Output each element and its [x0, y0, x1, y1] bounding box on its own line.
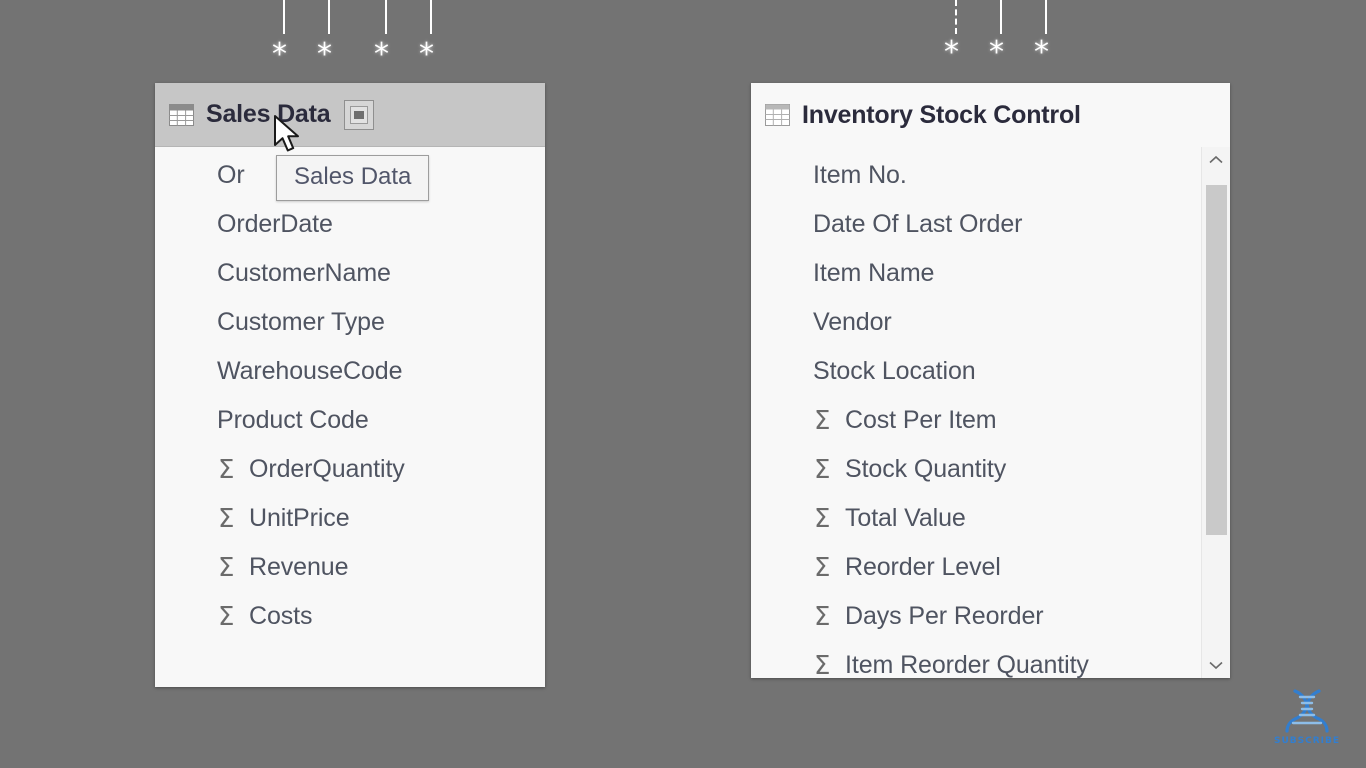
cardinality-many-marker: *: [374, 37, 389, 72]
sigma-icon: Σ: [814, 552, 831, 583]
field-row[interactable]: Item No.: [751, 151, 1230, 200]
cardinality-many-marker: *: [944, 35, 959, 70]
field-row[interactable]: Item Name: [751, 249, 1230, 298]
cardinality-many-marker: *: [272, 37, 287, 72]
sigma-icon: Σ: [814, 503, 831, 534]
sigma-icon: Σ: [218, 503, 235, 534]
field-label: Stock Quantity: [845, 455, 1007, 483]
field-label: Reorder Level: [845, 553, 1001, 581]
field-row[interactable]: Σ UnitPrice: [155, 494, 545, 543]
relationship-line[interactable]: [1045, 0, 1047, 34]
relationship-line[interactable]: [1000, 0, 1002, 34]
sigma-icon: Σ: [814, 454, 831, 485]
field-row[interactable]: Σ Item Reorder Quantity: [751, 641, 1230, 678]
field-row[interactable]: Σ Total Value: [751, 494, 1230, 543]
field-label: Product Code: [217, 406, 369, 434]
field-row[interactable]: OrderDate: [155, 200, 545, 249]
field-label: OrderDate: [217, 210, 333, 238]
field-row[interactable]: Customer Type: [155, 298, 545, 347]
field-label: CustomerName: [217, 259, 391, 287]
table-header-inventory-stock-control[interactable]: Inventory Stock Control: [751, 83, 1230, 147]
relationship-line-inactive[interactable]: [955, 0, 957, 34]
subscribe-watermark: SUBSCRIBE: [1264, 687, 1350, 746]
relationship-line[interactable]: [283, 0, 285, 34]
relationship-line[interactable]: [328, 0, 330, 34]
tooltip-sales-data: Sales Data: [276, 155, 430, 201]
cardinality-many-marker: *: [419, 37, 434, 72]
scrollbar-thumb[interactable]: [1206, 185, 1227, 535]
field-label: Item No.: [813, 161, 907, 189]
field-row[interactable]: WarehouseCode: [155, 347, 545, 396]
subscribe-label: SUBSCRIBE: [1273, 736, 1341, 746]
scroll-down-arrow-icon[interactable]: [1202, 652, 1230, 678]
cardinality-many-marker: *: [989, 35, 1004, 70]
sigma-icon: Σ: [814, 601, 831, 632]
dna-helix-icon: [1285, 689, 1329, 733]
sigma-icon: Σ: [218, 552, 235, 583]
vertical-scrollbar[interactable]: [1201, 147, 1230, 678]
sigma-icon: Σ: [218, 454, 235, 485]
relationship-line[interactable]: [430, 0, 432, 34]
table-title: Inventory Stock Control: [802, 100, 1081, 129]
table-header-sales-data[interactable]: Sales Data: [155, 83, 545, 147]
cardinality-many-marker: *: [317, 37, 332, 72]
field-row[interactable]: Product Code: [155, 396, 545, 445]
field-label: Cost Per Item: [845, 406, 997, 434]
table-card-inventory-stock-control[interactable]: Inventory Stock Control Item No. Date Of…: [751, 83, 1230, 678]
field-label: Total Value: [845, 504, 966, 532]
table-title: Sales Data: [206, 100, 331, 128]
field-label: Vendor: [813, 308, 892, 336]
field-label: Item Reorder Quantity: [845, 651, 1089, 678]
table-icon: [169, 103, 194, 126]
field-label: Item Name: [813, 259, 935, 287]
model-view-canvas[interactable]: * * * * * * * Sales Data Or OrderDate Cu…: [0, 0, 1366, 768]
sigma-icon: Σ: [814, 405, 831, 436]
field-label: Customer Type: [217, 308, 385, 336]
field-row[interactable]: Stock Location: [751, 347, 1230, 396]
focus-mode-inner-fill: [354, 110, 365, 119]
field-row[interactable]: Σ Reorder Level: [751, 543, 1230, 592]
cardinality-many-marker: *: [1034, 35, 1049, 70]
field-row[interactable]: CustomerName: [155, 249, 545, 298]
focus-mode-icon[interactable]: [344, 99, 375, 130]
field-label: WarehouseCode: [217, 357, 403, 385]
table-icon: [765, 104, 790, 126]
field-row[interactable]: Date Of Last Order: [751, 200, 1230, 249]
sigma-icon: Σ: [218, 601, 235, 632]
field-label: OrderQuantity: [249, 455, 405, 483]
scroll-up-arrow-icon[interactable]: [1202, 147, 1230, 173]
field-row[interactable]: Σ Cost Per Item: [751, 396, 1230, 445]
field-row[interactable]: Σ Days Per Reorder: [751, 592, 1230, 641]
relationship-line[interactable]: [385, 0, 387, 34]
field-row[interactable]: Σ Revenue: [155, 543, 545, 592]
field-label: UnitPrice: [249, 504, 350, 532]
field-label: Revenue: [249, 553, 349, 581]
field-label: Stock Location: [813, 357, 976, 385]
field-label: Costs: [249, 602, 313, 630]
field-row[interactable]: Vendor: [751, 298, 1230, 347]
sigma-icon: Σ: [814, 650, 831, 679]
focus-mode-inner-frame: [350, 105, 369, 124]
field-label: Days Per Reorder: [845, 602, 1044, 630]
field-list-inventory-stock-control: Item No. Date Of Last Order Item Name Ve…: [751, 147, 1230, 678]
field-list-sales-data: Or OrderDate CustomerName Customer Type …: [155, 147, 545, 641]
field-label: Date Of Last Order: [813, 210, 1023, 238]
field-row[interactable]: Σ OrderQuantity: [155, 445, 545, 494]
field-label: Or: [217, 161, 245, 189]
field-row[interactable]: Σ Stock Quantity: [751, 445, 1230, 494]
field-row[interactable]: Σ Costs: [155, 592, 545, 641]
